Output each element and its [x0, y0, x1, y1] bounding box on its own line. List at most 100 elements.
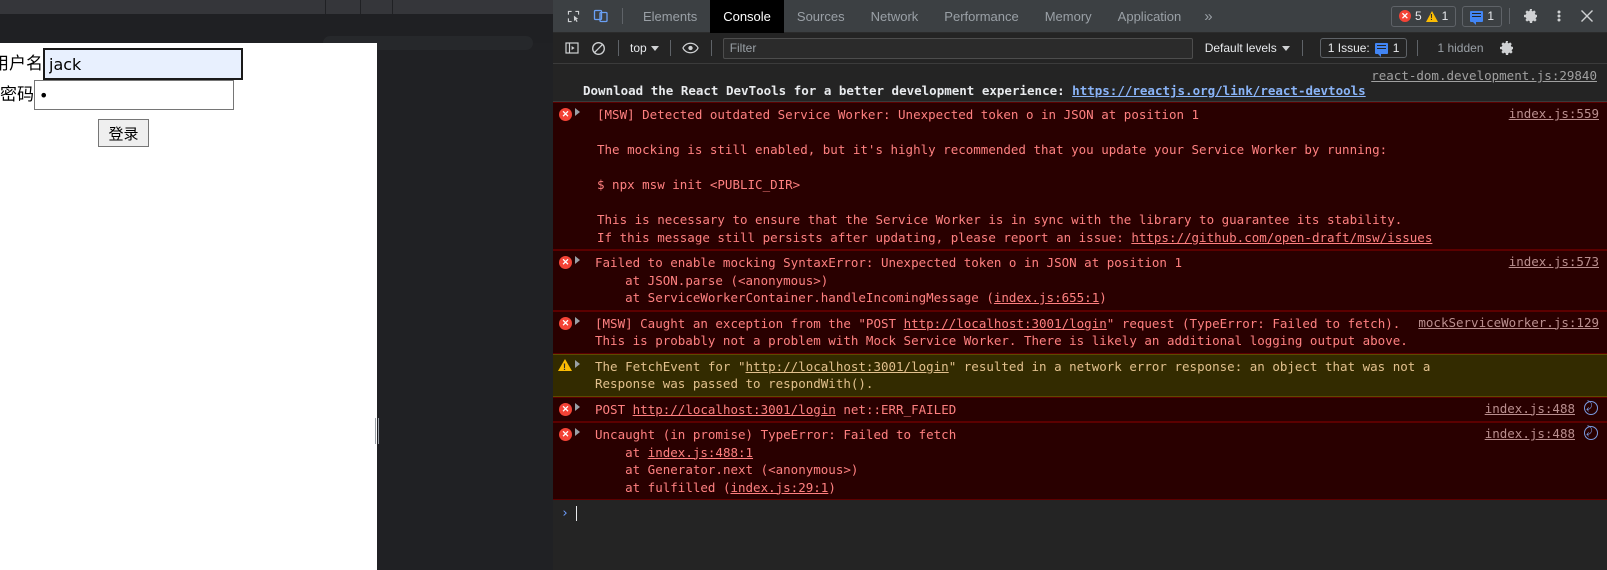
filterbar-divider [710, 40, 712, 56]
message-line: $ npx msw init <PUBLIC_DIR> [597, 177, 801, 192]
browser-tab-strip[interactable] [0, 0, 553, 14]
password-input[interactable] [34, 80, 234, 110]
message-line: This is necessary to ensure that the Ser… [597, 212, 1403, 227]
message-source-link[interactable]: mockServiceWorker.js:129 [1418, 315, 1599, 330]
chevron-down-icon [650, 45, 659, 51]
devtools-resize-handle[interactable] [375, 418, 380, 444]
open-in-network-panel-icon[interactable] [1584, 424, 1598, 440]
expand-arrow-icon[interactable] [575, 256, 580, 264]
console-settings-gear-icon[interactable] [1494, 36, 1520, 60]
hidden-messages-count: 1 hidden [1437, 41, 1484, 55]
tab-performance[interactable]: Performance [931, 0, 1031, 33]
console-message-error[interactable]: ✕ index.js:573 Failed to enable mocking … [553, 250, 1607, 311]
inspect-element-icon[interactable] [559, 3, 587, 29]
message-segment: [MSW] Caught an exception from the "POST [595, 315, 904, 331]
message-source-link[interactable]: index.js:488 [1485, 426, 1575, 441]
msw-issues-link[interactable]: https://github.com/open-draft/msw/issues [1131, 230, 1432, 245]
console-sidebar-icon[interactable] [559, 36, 585, 60]
tab-sources[interactable]: Sources [784, 0, 858, 33]
console-filter-bar: top Default levels 1 Issue: 1 [553, 33, 1607, 64]
gear-icon[interactable] [1517, 3, 1545, 29]
message-text: Uncaught (in promise) TypeError: Failed … [581, 426, 1599, 496]
message-icon [1470, 10, 1484, 25]
console-message-error[interactable]: ✕ index.js:559 [MSW] Detected outdated S… [553, 102, 1607, 250]
devtools-tabbar: Elements Console Sources Network Perform… [553, 0, 1607, 33]
request-url-link[interactable]: http://localhost:3001/login [746, 359, 949, 374]
console-message-error[interactable]: ✕ index.js:488 POST http://localhost:300… [553, 396, 1607, 422]
filterbar-divider [1301, 40, 1303, 56]
console-message-info[interactable]: react-dom.development.js:29840 Download … [553, 65, 1607, 102]
warning-icon [558, 358, 572, 372]
request-url-link[interactable]: http://localhost:3001/login [633, 402, 836, 417]
browser-toolbar [0, 14, 553, 50]
error-icon: ✕ [559, 256, 572, 269]
error-icon: ✕ [1398, 10, 1411, 22]
warning-icon [1425, 10, 1438, 22]
browser-window: 用户名 密码 登录 [0, 0, 553, 570]
execution-context-label: top [630, 41, 647, 55]
log-levels-label: Default levels [1204, 41, 1277, 55]
message-text: Failed to enable mocking SyntaxError: Un… [581, 254, 1599, 307]
message-text: POST http://localhost:3001/login net::ER… [581, 401, 1599, 419]
execution-context-selector[interactable]: top [626, 37, 663, 59]
tab-elements[interactable]: Elements [630, 0, 710, 33]
text-cursor [575, 506, 577, 521]
console-prompt[interactable]: › [553, 500, 1607, 527]
message-source-link[interactable]: index.js:559 [1509, 106, 1599, 121]
console-message-error[interactable]: ✕ mockServiceWorker.js:129 [MSW] Caught … [553, 310, 1607, 354]
issues-count: 1 [1392, 41, 1400, 55]
message-segment: ) [828, 479, 836, 495]
filterbar-divider [1417, 40, 1419, 56]
expand-arrow-icon[interactable] [575, 359, 580, 368]
filter-input[interactable] [722, 37, 1193, 59]
tab-console[interactable]: Console [710, 0, 784, 33]
console-message-list[interactable]: react-dom.development.js:29840 Download … [553, 65, 1607, 570]
tab-network[interactable]: Network [858, 0, 932, 33]
issues-counter[interactable]: 1 [1462, 5, 1502, 27]
live-expression-icon[interactable] [678, 36, 704, 60]
log-levels-selector[interactable]: Default levels [1205, 41, 1290, 55]
toolbar-divider [1509, 8, 1510, 24]
issues-label: 1 Issue: [1327, 41, 1370, 55]
expand-arrow-icon[interactable] [575, 402, 580, 411]
stack-frame-link[interactable]: index.js:488:1 [648, 445, 753, 460]
more-tabs-icon[interactable]: » [1194, 0, 1222, 33]
message-segment: POST [595, 401, 633, 417]
message-source-link[interactable]: react-dom.development.js:29840 [1371, 68, 1597, 83]
filterbar-divider [669, 40, 671, 56]
expand-arrow-icon[interactable] [575, 428, 580, 436]
tab-separator [392, 0, 393, 14]
issues-button[interactable]: 1 Issue: 1 [1319, 38, 1408, 58]
open-in-network-panel-icon[interactable] [1584, 399, 1598, 415]
clear-console-icon[interactable] [585, 36, 611, 60]
console-message-error[interactable]: ✕ index.js:488 Uncaught (in promise) Typ… [553, 422, 1607, 500]
devtools-tabbar-right: ✕ 5 1 1 [1390, 3, 1607, 29]
request-url-link[interactable]: http://localhost:3001/login [904, 316, 1107, 331]
username-label: 用户名 [0, 54, 43, 74]
device-toolbar-icon[interactable] [587, 3, 615, 29]
close-icon[interactable] [1573, 3, 1601, 29]
tab-memory[interactable]: Memory [1032, 0, 1105, 33]
react-devtools-link[interactable]: https://reactjs.org/link/react-devtools [1072, 83, 1366, 98]
error-warning-counter[interactable]: ✕ 5 1 [1390, 5, 1457, 27]
toolbar-divider [622, 8, 623, 24]
username-input[interactable] [43, 48, 243, 80]
tab-separator [325, 0, 326, 14]
error-count: 5 [1414, 9, 1422, 23]
tab-separator [360, 0, 361, 14]
error-icon: ✕ [559, 402, 572, 416]
expand-arrow-icon[interactable] [575, 108, 580, 116]
stack-frame-link[interactable]: index.js:655:1 [994, 290, 1099, 305]
prompt-caret-icon: › [561, 506, 569, 521]
message-source-link[interactable]: index.js:488 [1485, 401, 1575, 416]
expand-arrow-icon[interactable] [575, 316, 580, 325]
message-source-link[interactable]: index.js:573 [1509, 254, 1599, 269]
kebab-menu-icon[interactable] [1545, 3, 1573, 29]
login-button[interactable]: 登录 [98, 119, 149, 147]
console-message-warning[interactable]: The FetchEvent for "http://localhost:300… [553, 353, 1607, 397]
stack-frame-link[interactable]: index.js:29:1 [730, 480, 828, 495]
password-label: 密码 [0, 85, 34, 105]
tab-application[interactable]: Application [1105, 0, 1195, 33]
message-line: Failed to enable mocking SyntaxError: Un… [595, 255, 1182, 270]
message-line: The mocking is still enabled, but it's h… [597, 142, 1388, 157]
